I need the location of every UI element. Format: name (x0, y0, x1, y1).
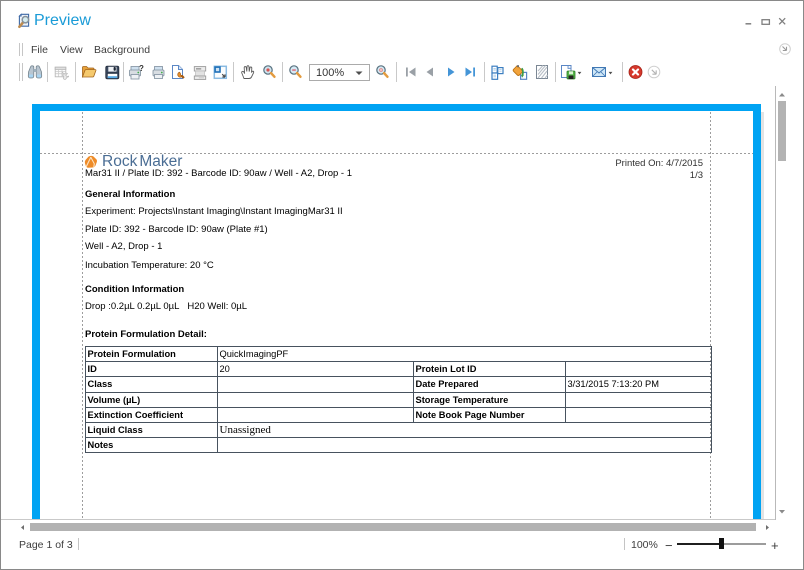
svg-text:?: ? (139, 64, 144, 73)
